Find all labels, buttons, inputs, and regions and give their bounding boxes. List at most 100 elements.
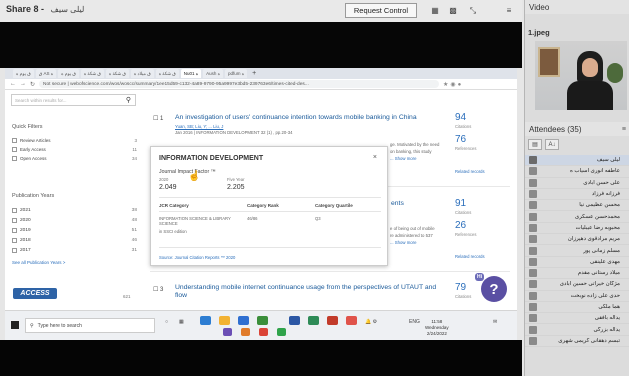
result-title[interactable]: ents: [391, 200, 404, 207]
menu-icon[interactable]: ≡: [502, 4, 516, 17]
attendee-item[interactable]: هما ملکی: [525, 302, 629, 314]
show-more-link[interactable]: ... Show more: [390, 240, 417, 245]
taskbar-clock[interactable]: 11:58 Wednesday 2/24/2022: [425, 319, 449, 337]
powerpoint-icon[interactable]: [327, 316, 338, 325]
attendee-item[interactable]: فرزانه فرزاد: [525, 189, 629, 201]
attendee-item[interactable]: مسلم زمانی پور: [525, 245, 629, 257]
attendee-item[interactable]: یداله بزرگی: [525, 324, 629, 336]
browser-tab[interactable]: ق شكة ه: [80, 69, 104, 78]
attendee-item[interactable]: یداله بافقی: [525, 313, 629, 325]
browser-tab[interactable]: ق شكة ه: [105, 69, 129, 78]
reload-icon[interactable]: ↻: [30, 81, 35, 88]
word-icon[interactable]: [289, 316, 300, 325]
references-count[interactable]: 76: [455, 134, 466, 145]
store-icon[interactable]: [238, 316, 249, 325]
checkbox[interactable]: [12, 208, 17, 213]
tile-icon[interactable]: ▦: [428, 4, 442, 17]
attendee-item[interactable]: محبوبه رضا عیبلیات: [525, 223, 629, 235]
url-field[interactable]: Not secure | webofscience.com/wos/woscc/…: [39, 80, 440, 88]
language-indicator[interactable]: ENG: [409, 319, 420, 325]
browser-tab[interactable]: ق يوم ه: [13, 69, 34, 78]
year-filter[interactable]: 2017 31: [12, 248, 137, 253]
checkbox[interactable]: [12, 228, 17, 233]
related-records-link[interactable]: Related records: [455, 169, 485, 174]
citations-count[interactable]: 79: [455, 282, 466, 293]
file-explorer-icon[interactable]: [219, 316, 230, 325]
notification-icon[interactable]: ✉: [493, 319, 497, 325]
fullscreen-icon[interactable]: ⤡: [466, 4, 480, 17]
attendee-item[interactable]: علی حسن آبادی: [525, 178, 629, 189]
browser-tab[interactable]: ق AS ه: [35, 69, 57, 78]
browser-tab[interactable]: ق يوم ه: [58, 69, 79, 78]
search-icon: ⚲: [30, 322, 34, 329]
result-title[interactable]: An investigation of users' continuance i…: [175, 114, 435, 121]
attendee-item[interactable]: محمدحسن عسکری: [525, 211, 629, 223]
filter-early-access[interactable]: Early Access 11: [12, 147, 137, 152]
chrome-icon[interactable]: [259, 328, 268, 336]
browser-tab[interactable]: ق ميلاد ه: [130, 69, 154, 78]
checkbox[interactable]: [12, 218, 17, 223]
app-icon[interactable]: [277, 328, 286, 336]
attendee-item[interactable]: میلاد رستانی مقدم: [525, 268, 629, 280]
see-all-years-link[interactable]: See all Publication Years >: [12, 260, 65, 265]
year-filter[interactable]: 2019 51: [12, 228, 137, 233]
menu-icon[interactable]: ≡: [622, 126, 626, 133]
search-icon[interactable]: ⚲: [126, 96, 131, 104]
video-file-name: 1.jpeg: [528, 28, 550, 37]
year-filter[interactable]: 2020 48: [12, 218, 137, 223]
edge-icon[interactable]: [200, 316, 211, 325]
attendee-item[interactable]: مهدی علینقی: [525, 257, 629, 268]
year-filter[interactable]: 2021 38: [12, 208, 137, 213]
excel-icon[interactable]: [308, 316, 319, 325]
request-control-button[interactable]: Request Control: [345, 3, 417, 18]
search-within-input[interactable]: Search within results for... ⚲: [11, 94, 136, 106]
attendee-item[interactable]: مریم مرادقوی دهپرزان: [525, 234, 629, 246]
attendee-item[interactable]: تبسم دهقانی کریمی شهری: [525, 336, 629, 348]
checkbox[interactable]: [12, 238, 17, 243]
related-records-link[interactable]: Related records: [455, 254, 485, 259]
grid-icon[interactable]: ▩: [446, 4, 460, 17]
year-count: 38: [131, 208, 137, 213]
jcr-source-link[interactable]: Source: Journal Citation Reports ™ 2020: [159, 255, 235, 260]
attendee-item[interactable]: محسن عظیمی نیا: [525, 200, 629, 212]
year-filter[interactable]: 2018 46: [12, 238, 137, 243]
citations-count[interactable]: 91: [455, 198, 466, 209]
close-icon[interactable]: ×: [373, 154, 377, 161]
attendee-item[interactable]: عاطفه انوری اسیاب ه: [525, 166, 629, 178]
back-icon[interactable]: ←: [10, 81, 16, 87]
firefox-icon[interactable]: [241, 328, 250, 336]
app-icon[interactable]: [223, 328, 232, 336]
references-count[interactable]: 26: [455, 220, 466, 231]
sort-icon[interactable]: A↓: [545, 139, 559, 150]
taskbar-search[interactable]: ⚲ Type here to search: [25, 318, 155, 333]
checkbox[interactable]: [12, 156, 17, 161]
checkbox[interactable]: [12, 248, 17, 253]
app-icon[interactable]: [346, 316, 357, 325]
attendee-item[interactable]: ليلى سيف: [525, 155, 629, 167]
browser-tab[interactable]: Aush ه: [203, 69, 223, 78]
cursor-icon: ☝: [188, 171, 201, 182]
view-icon[interactable]: ▤: [528, 139, 542, 150]
checkbox[interactable]: [12, 147, 17, 152]
cortana-icon[interactable]: ○: [165, 319, 168, 325]
browser-tab[interactable]: ق شكة ه: [155, 69, 179, 78]
task-view-icon[interactable]: ▦: [179, 319, 184, 325]
windows-start-icon[interactable]: [11, 321, 19, 329]
show-more-link[interactable]: ... Show more: [390, 156, 417, 161]
new-tab-icon[interactable]: +: [252, 70, 256, 77]
extension-icons[interactable]: ★◉●: [443, 81, 463, 88]
filter-review-articles[interactable]: Review Articles 3: [12, 138, 137, 143]
citations-count[interactable]: 94: [455, 112, 466, 123]
result-title[interactable]: Understanding mobile internet continuanc…: [175, 284, 445, 300]
result-number: ☐ 1: [153, 116, 164, 122]
help-button[interactable]: Hi ?: [475, 273, 507, 302]
forward-icon[interactable]: →: [20, 81, 26, 87]
browser-tab[interactable]: pdfum ه: [224, 69, 248, 78]
tray-icons[interactable]: 🔔 ⚙: [365, 319, 377, 325]
checkbox[interactable]: [12, 138, 17, 143]
attendee-item[interactable]: حدی علی زاده نوبخت: [525, 291, 629, 302]
filter-open-access[interactable]: Open Access 34: [12, 156, 137, 161]
app-icon[interactable]: [257, 316, 268, 325]
browser-tab-active[interactable]: Nu01 ه: [180, 69, 202, 78]
attendee-item[interactable]: مژگان خیراتی حسین ابادی: [525, 279, 629, 291]
